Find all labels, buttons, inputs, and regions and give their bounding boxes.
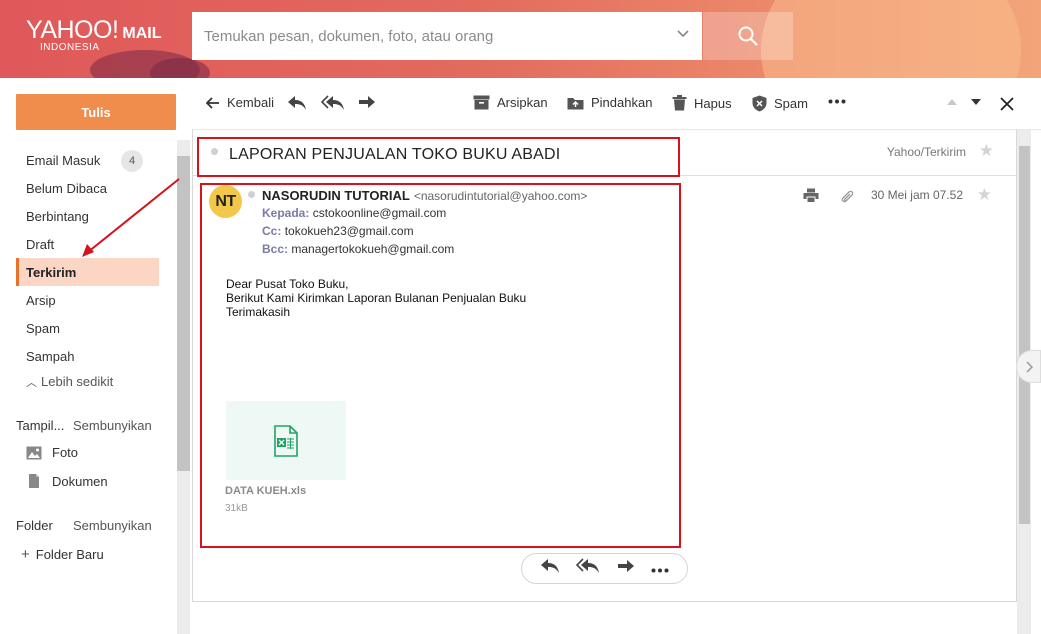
header-bar: YAHOO! MAIL INDONESIA xyxy=(0,0,1041,78)
previous-message-button[interactable] xyxy=(946,98,958,106)
message-toolbar: Kembali Arsipkan Pindahkan Hapus Spam xyxy=(192,78,1041,130)
chevron-up-icon: ︿ xyxy=(26,377,37,389)
reply-icon xyxy=(541,559,560,573)
reply-button[interactable] xyxy=(287,95,307,111)
search-box xyxy=(192,12,702,60)
forward-icon xyxy=(359,96,375,108)
search-input[interactable] xyxy=(204,27,674,45)
spam-button[interactable]: Spam xyxy=(752,95,808,112)
new-folder-button[interactable]: + Folder Baru xyxy=(21,546,104,563)
annotation-box-message xyxy=(200,183,681,548)
archive-label: Arsipkan xyxy=(497,95,548,110)
trash-icon xyxy=(672,95,687,111)
chevron-right-icon xyxy=(1025,360,1033,373)
annotation-box-subject xyxy=(197,137,680,177)
arrow-left-icon xyxy=(206,96,219,109)
folder-hide-toggle[interactable]: Sembunyikan xyxy=(73,518,152,533)
views-heading[interactable]: Tampil... xyxy=(16,418,64,433)
sidebar-item-label: Terkirim xyxy=(26,264,77,280)
star-icon[interactable]: ★ xyxy=(977,185,992,205)
sidebar-item-label: Email Masuk xyxy=(26,152,101,168)
show-less-link[interactable]: ︿ Lebih sedikit xyxy=(26,374,113,390)
folder-path[interactable]: Yahoo/Terkirim xyxy=(887,145,966,159)
sidebar-item-spam[interactable]: Spam xyxy=(16,314,159,342)
caret-down-icon xyxy=(971,99,981,105)
folder-heading: Folder xyxy=(16,518,53,533)
new-folder-label: Folder Baru xyxy=(35,547,104,562)
caret-up-icon xyxy=(947,99,957,105)
search-button[interactable] xyxy=(703,12,793,60)
archive-button[interactable]: Arsipkan xyxy=(473,95,548,110)
star-icon[interactable]: ★ xyxy=(979,141,994,161)
delete-button[interactable]: Hapus xyxy=(672,95,732,111)
sidebar-item-label: Dokumen xyxy=(52,473,108,489)
sidebar-item-label: Arsip xyxy=(26,292,56,308)
sidebar-item-photos[interactable]: Foto xyxy=(26,445,78,460)
scrollbar-thumb[interactable] xyxy=(1019,146,1030,524)
logo-mail-text: MAIL xyxy=(122,25,162,42)
reply-all-button[interactable] xyxy=(321,95,345,111)
plus-icon: + xyxy=(21,546,30,563)
paperclip-icon xyxy=(841,190,854,203)
header-decoration xyxy=(150,58,210,78)
close-button[interactable] xyxy=(1000,97,1014,111)
reply-all-icon xyxy=(321,95,344,110)
reply-all-button[interactable] xyxy=(576,558,600,579)
logo-country-text: INDONESIA xyxy=(40,42,100,53)
compose-button[interactable]: Tulis xyxy=(16,94,176,130)
sidebar-item-documents[interactable]: Dokumen xyxy=(26,473,108,489)
move-label: Pindahkan xyxy=(591,95,653,110)
forward-button[interactable] xyxy=(358,95,376,109)
sidebar-item-trash[interactable]: Sampah xyxy=(16,342,159,370)
more-horizontal-icon xyxy=(828,99,846,104)
move-to-folder-icon xyxy=(567,98,584,110)
image-icon xyxy=(26,446,42,459)
close-icon xyxy=(1000,97,1014,111)
back-button[interactable]: Kembali xyxy=(206,95,274,110)
delete-label: Hapus xyxy=(694,95,732,111)
message-date: 30 Mei jam 07.52 xyxy=(870,188,963,202)
side-panel-toggle[interactable] xyxy=(1016,350,1041,383)
annotation-arrow xyxy=(82,178,180,257)
next-message-button[interactable] xyxy=(970,98,982,106)
logo-text: YAHOO! xyxy=(26,16,119,44)
archive-icon xyxy=(473,95,490,110)
forward-button[interactable] xyxy=(617,559,635,578)
attachment-button[interactable] xyxy=(840,189,854,209)
spam-label: Spam xyxy=(774,96,808,111)
printer-icon xyxy=(803,188,819,203)
show-less-label: Lebih sedikit xyxy=(41,374,114,389)
sidebar-item-inbox[interactable]: Email Masuk 4 xyxy=(16,146,159,174)
move-button[interactable]: Pindahkan xyxy=(567,95,652,110)
more-actions-button[interactable] xyxy=(828,99,846,104)
sidebar-item-label: Draft xyxy=(26,236,55,252)
sidebar-item-archive[interactable]: Arsip xyxy=(16,286,159,314)
reply-icon xyxy=(288,96,306,110)
search-icon xyxy=(738,26,758,46)
reply-button[interactable] xyxy=(540,558,560,579)
document-icon xyxy=(29,474,39,488)
print-button[interactable] xyxy=(803,188,819,208)
reply-all-icon xyxy=(576,558,600,573)
header-decoration xyxy=(761,0,1021,78)
sidebar-item-label: Sampah xyxy=(26,348,75,364)
quick-reply-bar xyxy=(521,553,688,584)
more-horizontal-icon xyxy=(651,568,669,572)
sidebar-item-label: Foto xyxy=(52,445,79,460)
views-hide-toggle[interactable]: Sembunyikan xyxy=(73,418,152,433)
yahoo-mail-logo[interactable]: YAHOO! MAIL INDONESIA xyxy=(26,16,162,53)
sidebar-item-sent[interactable]: Terkirim xyxy=(16,258,159,286)
chevron-down-icon[interactable] xyxy=(676,26,690,45)
back-label: Kembali xyxy=(227,95,274,110)
unread-count-badge: 4 xyxy=(121,150,143,172)
shield-icon xyxy=(752,95,767,112)
sidebar-item-label: Spam xyxy=(26,320,60,336)
more-actions-button[interactable] xyxy=(651,560,669,578)
forward-icon xyxy=(617,560,634,572)
